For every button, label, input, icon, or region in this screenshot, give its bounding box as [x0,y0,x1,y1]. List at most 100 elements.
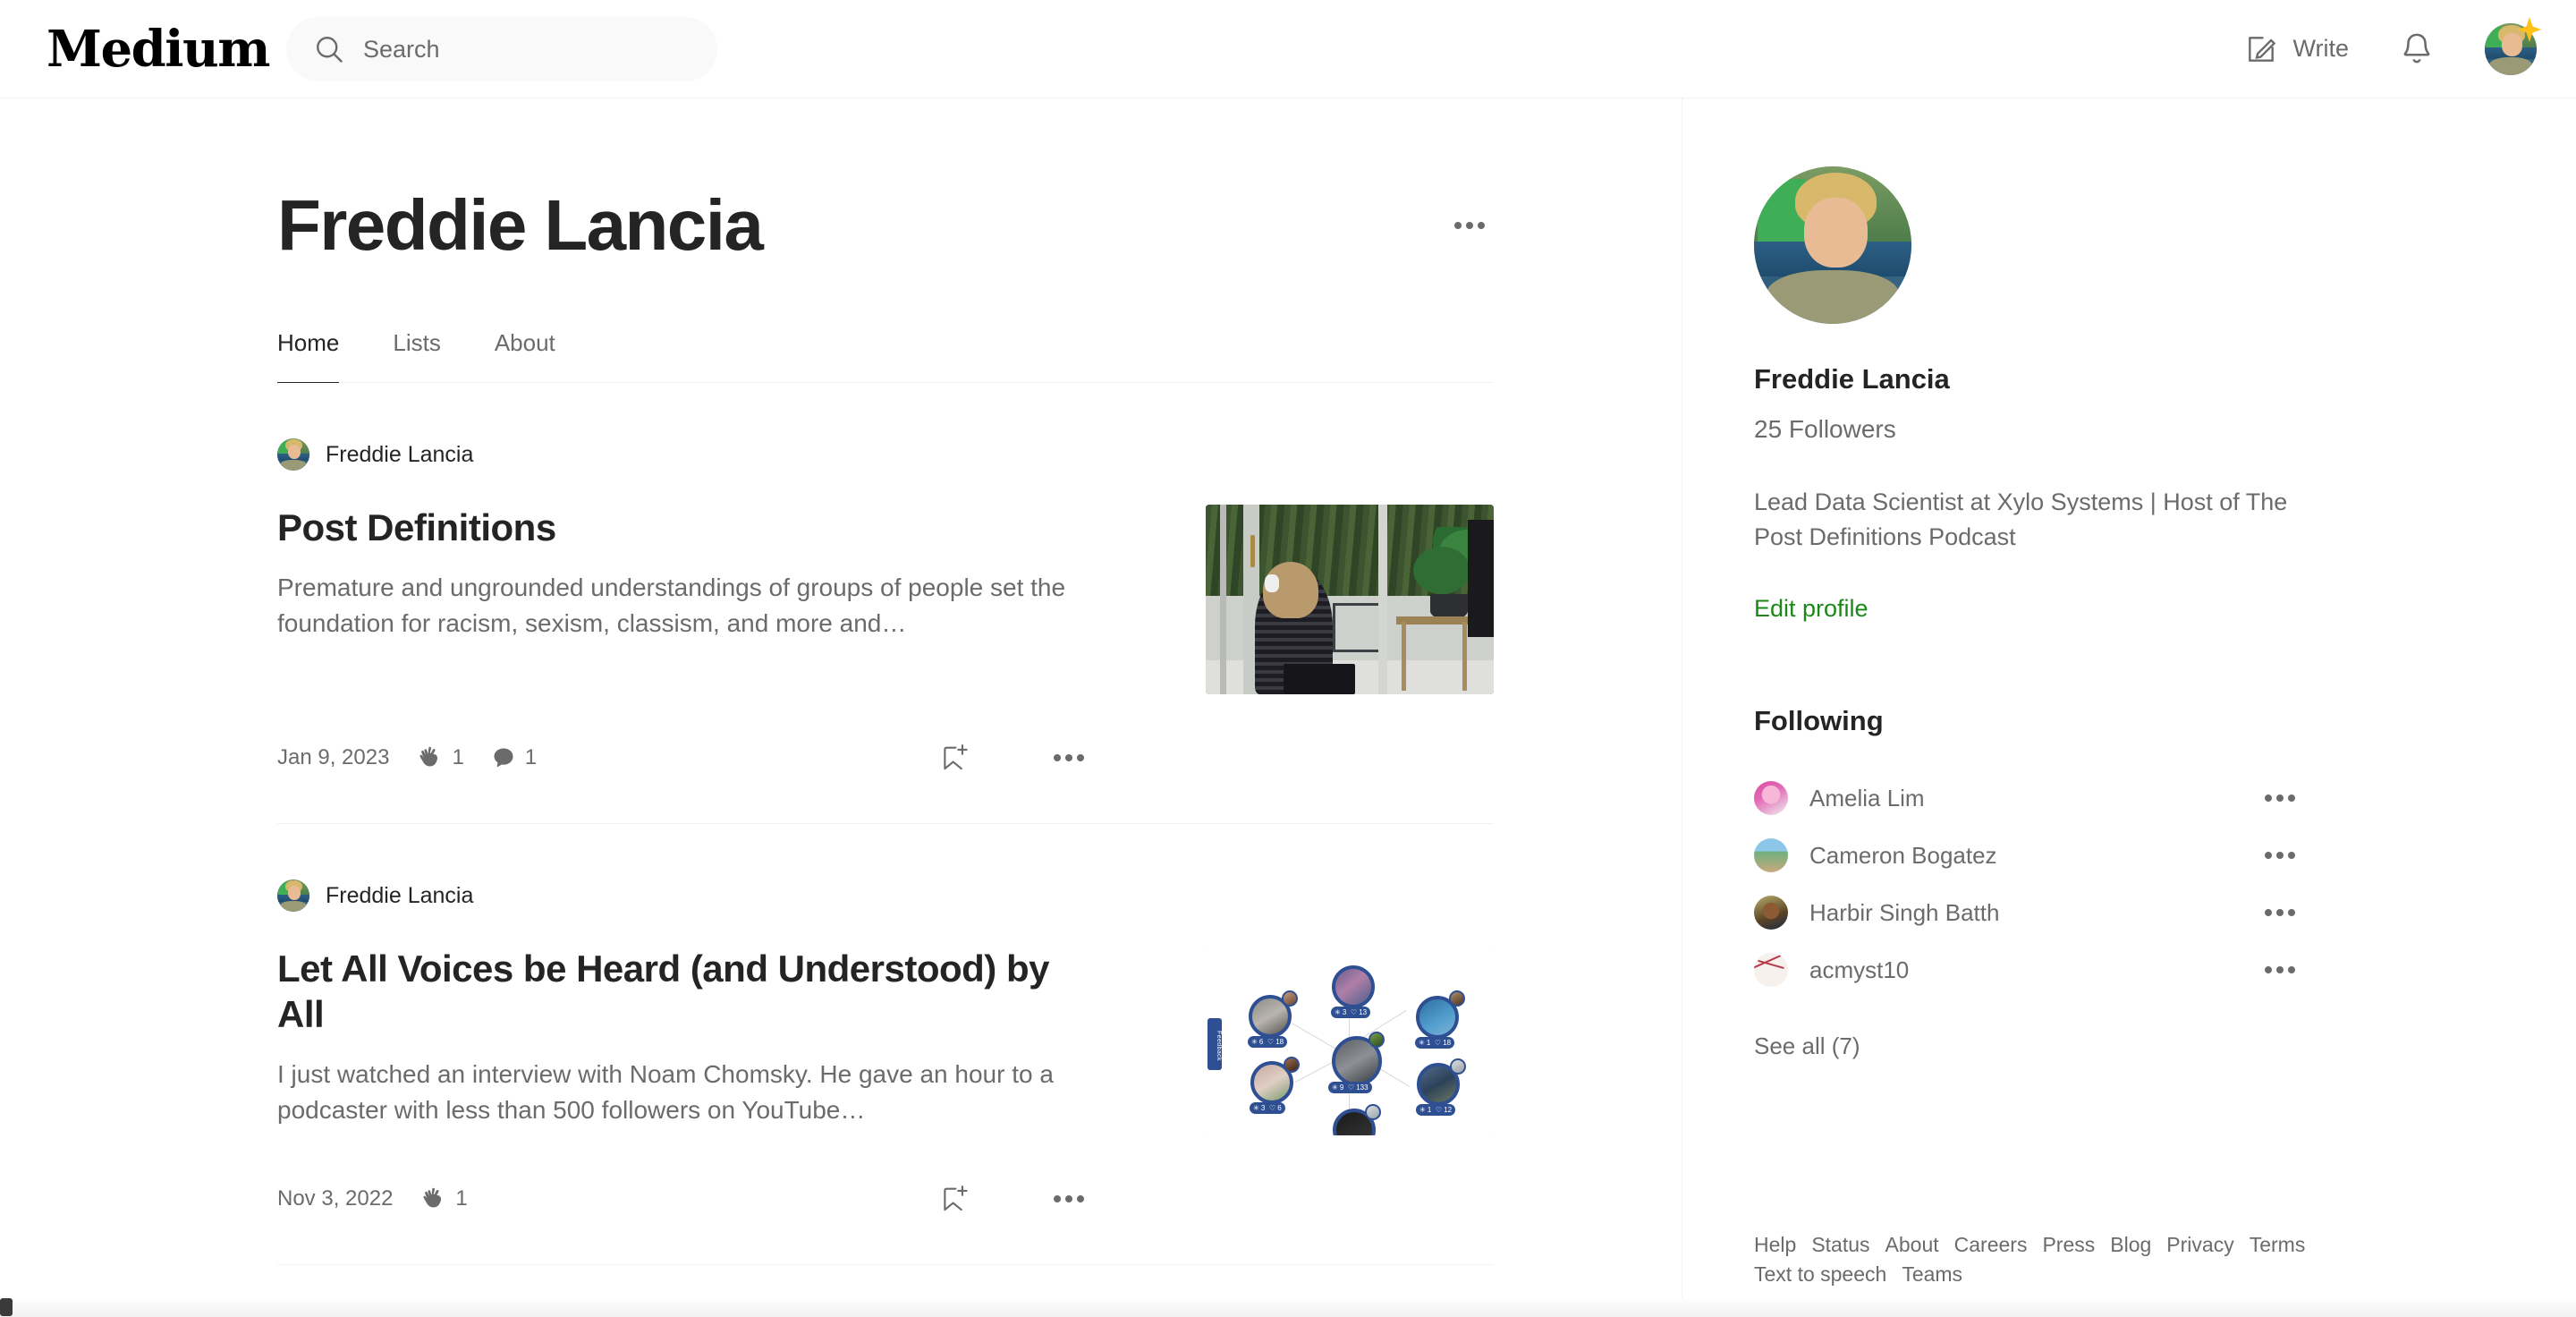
more-options-icon [2276,794,2284,803]
clap-stat[interactable]: 1 [416,744,464,771]
footer-link-careers[interactable]: Careers [1954,1233,2028,1257]
write-button[interactable]: Write [2244,32,2349,66]
bell-icon[interactable] [2397,30,2436,69]
more-options-icon [2265,794,2272,803]
article-text: Let All Voices be Heard (and Understood)… [277,946,1100,1135]
list-item[interactable]: Harbir Singh Batth [1754,884,2304,941]
following-name: Cameron Bogatez [1809,841,1997,869]
more-options-icon [1454,222,1462,229]
medium-logo[interactable]: Medium [47,24,271,74]
following-more-button[interactable] [2256,786,2304,811]
more-options-icon [2265,852,2272,860]
user-avatar [2485,22,2537,75]
node-stats: ✳ 3 ♡ 13 [1331,1007,1371,1018]
search-icon [317,37,343,63]
bookmark-button[interactable] [934,737,975,778]
footer-links: Help Status About Careers Press Blog Pri… [1754,1233,2326,1287]
more-options-icon [1065,754,1072,761]
footer-link-about[interactable]: About [1885,1233,1939,1257]
article-more-button[interactable] [1045,1186,1093,1211]
following-name: acmyst10 [1809,956,1910,983]
comment-icon [494,748,513,768]
avatar-amelia-lim [1754,781,1788,816]
avatar-acmyst10 [1754,953,1788,988]
search-placeholder: Search [363,35,440,63]
feedback-tab[interactable]: Feedback [1208,1017,1222,1070]
clap-count: 1 [452,745,464,769]
more-options-icon [1054,1195,1061,1202]
sidebar-avatar[interactable] [1754,166,1911,324]
footer-link-privacy[interactable]: Privacy [2166,1233,2233,1257]
tab-lists[interactable]: Lists [393,329,440,383]
following-more-button[interactable] [2256,957,2304,982]
article-actions [934,737,1093,778]
more-options-icon [1077,1195,1084,1202]
footer-link-press[interactable]: Press [2042,1233,2095,1257]
article-byline[interactable]: Freddie Lancia [277,438,1494,471]
profile-sidebar: Freddie Lancia 25 Followers Lead Data Sc… [1754,98,2380,1060]
avatar[interactable] [2485,16,2542,75]
bookmark-add-icon [944,744,968,770]
comment-count: 1 [524,745,538,769]
article-card[interactable]: Freddie Lancia Let All Voices be Heard (… [277,824,1494,1265]
clap-stat[interactable]: 1 [419,1185,468,1212]
more-options-icon [2288,909,2295,917]
article-title[interactable]: Let All Voices be Heard (and Understood)… [277,946,1100,1037]
article-more-button[interactable] [1045,745,1093,770]
see-all-following-link[interactable]: See all (7) [1754,1032,1860,1060]
tab-about[interactable]: About [495,329,555,383]
article-subtitle: I just watched an interview with Noam Ch… [277,1060,1054,1125]
horizontal-scrollbar[interactable] [0,1297,2576,1317]
bookmark-button[interactable] [934,1178,975,1219]
avatar-harbir-singh-batth [1754,896,1788,930]
more-options-icon [1054,754,1061,761]
following-name: Amelia Lim [1809,784,1925,811]
more-options-icon [2276,909,2284,917]
article-footer: Nov 3, 2022 1 [277,1178,1494,1219]
author-avatar [277,879,309,912]
sidebar-profile-name: Freddie Lancia [1754,363,1950,395]
page-title: Freddie Lancia [277,185,764,265]
footer-link-blog[interactable]: Blog [2110,1233,2151,1257]
followers-count[interactable]: 25 Followers [1754,415,2380,444]
node-stats: ✳ 1 ♡ 18 [1415,1037,1455,1049]
article-meta: Jan 9, 2023 1 1 [277,744,537,771]
list-item[interactable]: Amelia Lim [1754,769,2304,827]
node-stats: ✳ 3 ♡ 6 [1250,1102,1285,1114]
article-meta: Nov 3, 2022 1 [277,1185,468,1212]
footer-link-teams[interactable]: Teams [1902,1262,1962,1287]
bookmark-add-icon [944,1185,968,1211]
more-options-icon [2276,966,2284,974]
profile-tabs: Home Lists About [277,329,1494,383]
more-options-icon [2265,966,2272,974]
list-item[interactable]: acmyst10 [1754,941,2304,998]
article-body: Post Definitions Premature and ungrounde… [277,505,1494,694]
following-more-button[interactable] [2256,843,2304,868]
more-options-icon [2288,852,2295,860]
footer-link-status[interactable]: Status [1811,1233,1869,1257]
clap-icon [423,1187,442,1208]
article-byline[interactable]: Freddie Lancia [277,879,1494,912]
following-more-button[interactable] [2256,900,2304,925]
write-label: Write [2292,35,2349,62]
tab-home[interactable]: Home [277,329,340,383]
clap-count: 1 [455,1186,468,1211]
footer-link-text-to-speech[interactable]: Text to speech [1754,1262,1886,1287]
scrollbar-thumb[interactable] [0,1298,13,1316]
avatar-cameron-bogatez [1754,838,1788,873]
top-navigation-bar: Medium Search Write [0,0,2576,98]
search-input[interactable]: Search [286,17,717,81]
comment-stat[interactable]: 1 [491,745,537,770]
edit-profile-link[interactable]: Edit profile [1754,595,1868,623]
list-item[interactable]: Cameron Bogatez [1754,827,2304,884]
footer-link-help[interactable]: Help [1754,1233,1796,1257]
more-options-icon [2276,852,2284,860]
profile-more-button[interactable] [1445,213,1494,238]
article-date: Jan 9, 2023 [277,745,390,769]
footer-link-terms[interactable]: Terms [2250,1233,2306,1257]
article-footer: Jan 9, 2023 1 1 [277,737,1494,778]
article-thumbnail: ✳ 3 ♡ 13 ✳ 6 ♡ 18 ✳ 1 ♡ 18 ✳ 9 ♡ 133 ✳ 3… [1206,946,1494,1135]
article-card[interactable]: Freddie Lancia Post Definitions Prematur… [277,383,1494,824]
article-title[interactable]: Post Definitions [277,505,1100,550]
article-body: Let All Voices be Heard (and Understood)… [277,946,1494,1135]
